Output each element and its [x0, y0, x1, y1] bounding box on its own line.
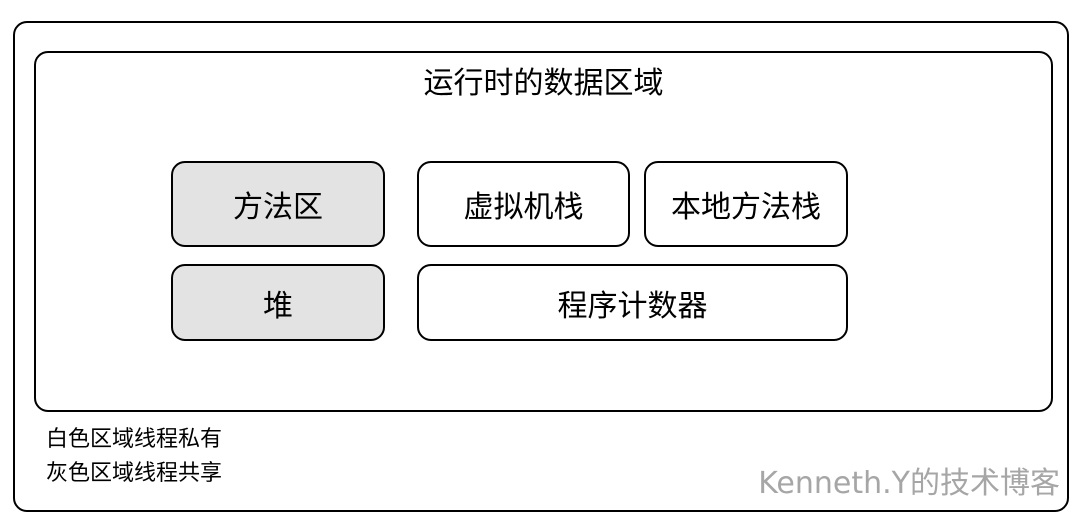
- heap-box: 堆: [171, 264, 385, 341]
- watermark: Kenneth.Y的技术博客: [758, 466, 1060, 501]
- native-method-stack-box: 本地方法栈: [644, 161, 848, 247]
- diagram-title: 运行时的数据区域: [423, 66, 664, 101]
- legend-private: 白色区域线程私有: [46, 427, 223, 452]
- method-area-box: 方法区: [171, 161, 385, 247]
- program-counter-box: 程序计数器: [417, 264, 848, 341]
- vm-stack-box: 虚拟机栈: [417, 161, 630, 247]
- legend-shared: 灰色区域线程共享: [46, 461, 223, 486]
